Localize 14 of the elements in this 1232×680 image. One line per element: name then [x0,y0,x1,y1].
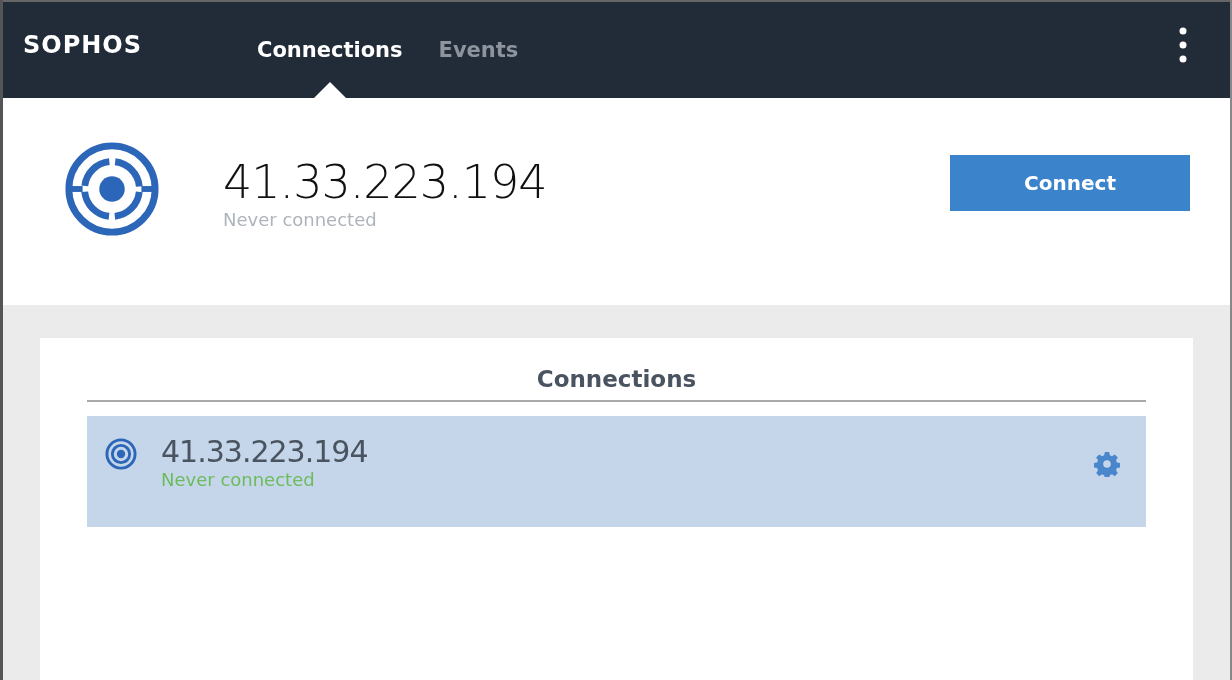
connection-status: Never connected [223,209,378,230]
target-icon [105,438,137,470]
settings-icon[interactable] [1094,451,1120,477]
nav-tab[interactable]: Connections [257,2,403,98]
section-title: Connections [535,366,698,394]
connection-status: Never connected [161,469,316,490]
connection-address: 41.33.223.194 [161,434,369,469]
logo-text: SOPHOS [23,31,144,59]
connect-button[interactable]: Connect [950,154,1190,211]
connection-row[interactable]: 41.33.223.194 Never connected [87,416,1146,527]
target-icon [63,140,161,238]
connection-address: 41.33.223.194 [223,155,548,209]
nav-tab[interactable]: Events [438,2,519,98]
more-menu-icon[interactable] [1178,27,1188,63]
